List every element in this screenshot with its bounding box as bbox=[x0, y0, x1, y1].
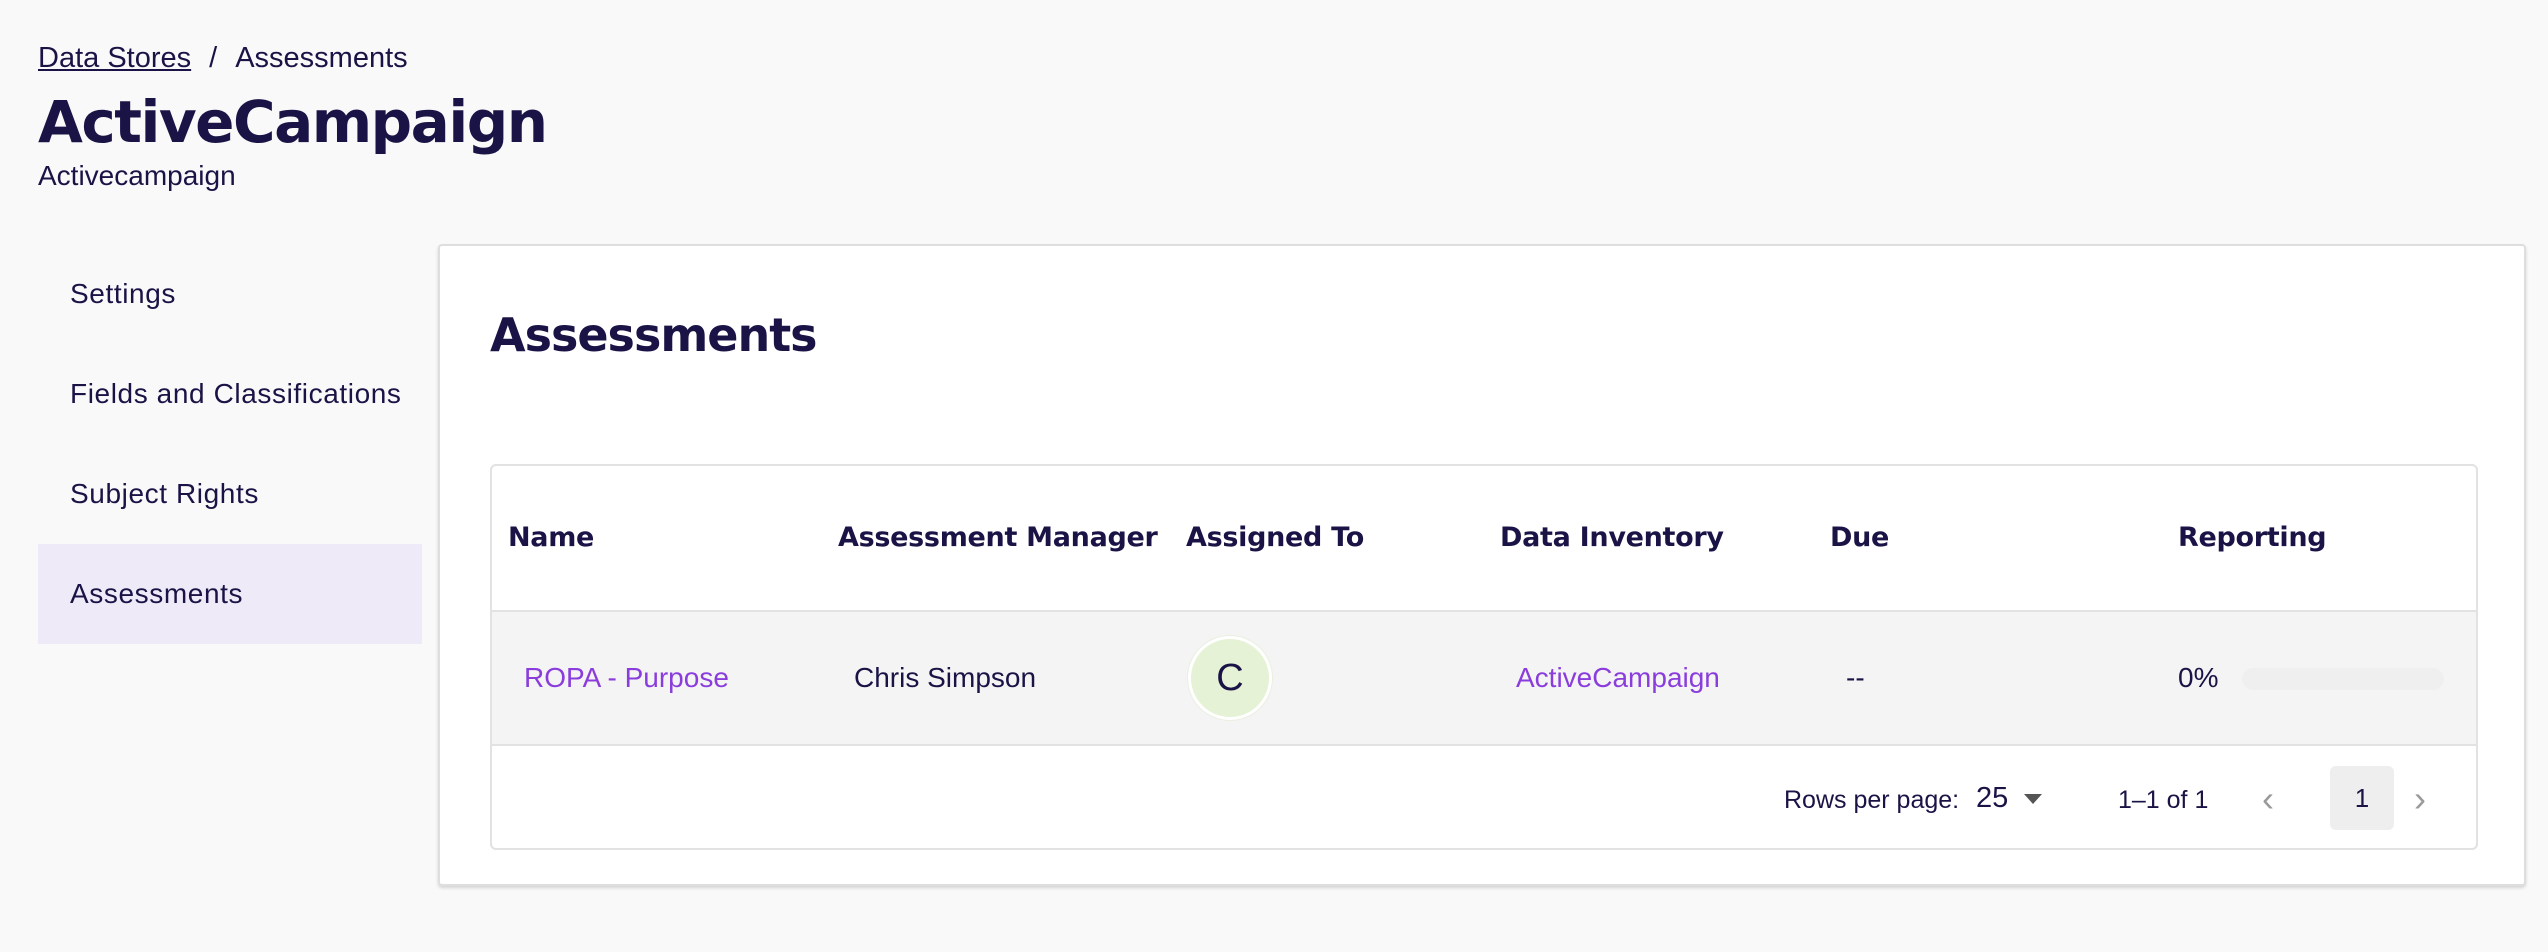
pagination-range: 1–1 of 1 bbox=[2118, 786, 2209, 814]
column-header-assessment-manager[interactable]: Assessment Manager bbox=[838, 522, 1158, 553]
sidebar-item-subject-rights[interactable]: Subject Rights bbox=[38, 444, 422, 544]
pagination: Rows per page: 25 1–1 of 1 ‹ 1 › bbox=[492, 746, 2476, 848]
assessment-name-link[interactable]: ROPA - Purpose bbox=[524, 662, 729, 694]
assessment-manager: Chris Simpson bbox=[854, 662, 1037, 693]
page-button-1[interactable]: 1 bbox=[2330, 766, 2394, 830]
sidebar-item-settings[interactable]: Settings bbox=[38, 244, 422, 344]
page-title: ActiveCampaign bbox=[38, 88, 548, 156]
sidebar-item-fields-and-classifications[interactable]: Fields and Classifications bbox=[38, 344, 422, 444]
breadcrumb-link-data-stores[interactable]: Data Stores bbox=[38, 42, 191, 75]
rows-per-page-label: Rows per page: bbox=[1784, 786, 1960, 814]
reporting-progress-bar bbox=[2242, 668, 2444, 690]
due-date: -- bbox=[1846, 662, 1865, 693]
column-header-due[interactable]: Due bbox=[1830, 522, 1889, 553]
breadcrumb-current: Assessments bbox=[235, 42, 408, 74]
column-header-name[interactable]: Name bbox=[508, 522, 594, 553]
table-row[interactable]: ROPA - Purpose Chris Simpson C ActiveCam… bbox=[492, 612, 2476, 746]
sidebar-item-assessments[interactable]: Assessments bbox=[38, 544, 422, 644]
chevron-left-icon[interactable]: ‹ bbox=[2248, 774, 2288, 824]
table-header: Name Assessment Manager Assigned To Data… bbox=[492, 466, 2476, 612]
column-header-reporting[interactable]: Reporting bbox=[2178, 522, 2327, 553]
data-inventory-link[interactable]: ActiveCampaign bbox=[1516, 662, 1720, 694]
page-subtitle: Activecampaign bbox=[38, 160, 236, 191]
avatar[interactable]: C bbox=[1188, 636, 1272, 720]
rows-per-page-select[interactable]: 25 bbox=[1976, 782, 2008, 815]
breadcrumb: Data Stores / Assessments bbox=[38, 42, 408, 75]
assessments-table: Name Assessment Manager Assigned To Data… bbox=[490, 464, 2478, 850]
sidebar: Settings Fields and Classifications Subj… bbox=[38, 244, 422, 644]
chevron-right-icon[interactable]: › bbox=[2400, 774, 2440, 824]
breadcrumb-separator: / bbox=[209, 42, 218, 74]
caret-down-icon[interactable] bbox=[2024, 794, 2042, 804]
column-header-data-inventory[interactable]: Data Inventory bbox=[1500, 522, 1724, 553]
panel-title: Assessments bbox=[490, 308, 818, 362]
column-header-assigned-to[interactable]: Assigned To bbox=[1186, 522, 1364, 553]
reporting-percent: 0% bbox=[2178, 662, 2219, 693]
assessments-panel: Assessments Name Assessment Manager Assi… bbox=[438, 244, 2526, 886]
